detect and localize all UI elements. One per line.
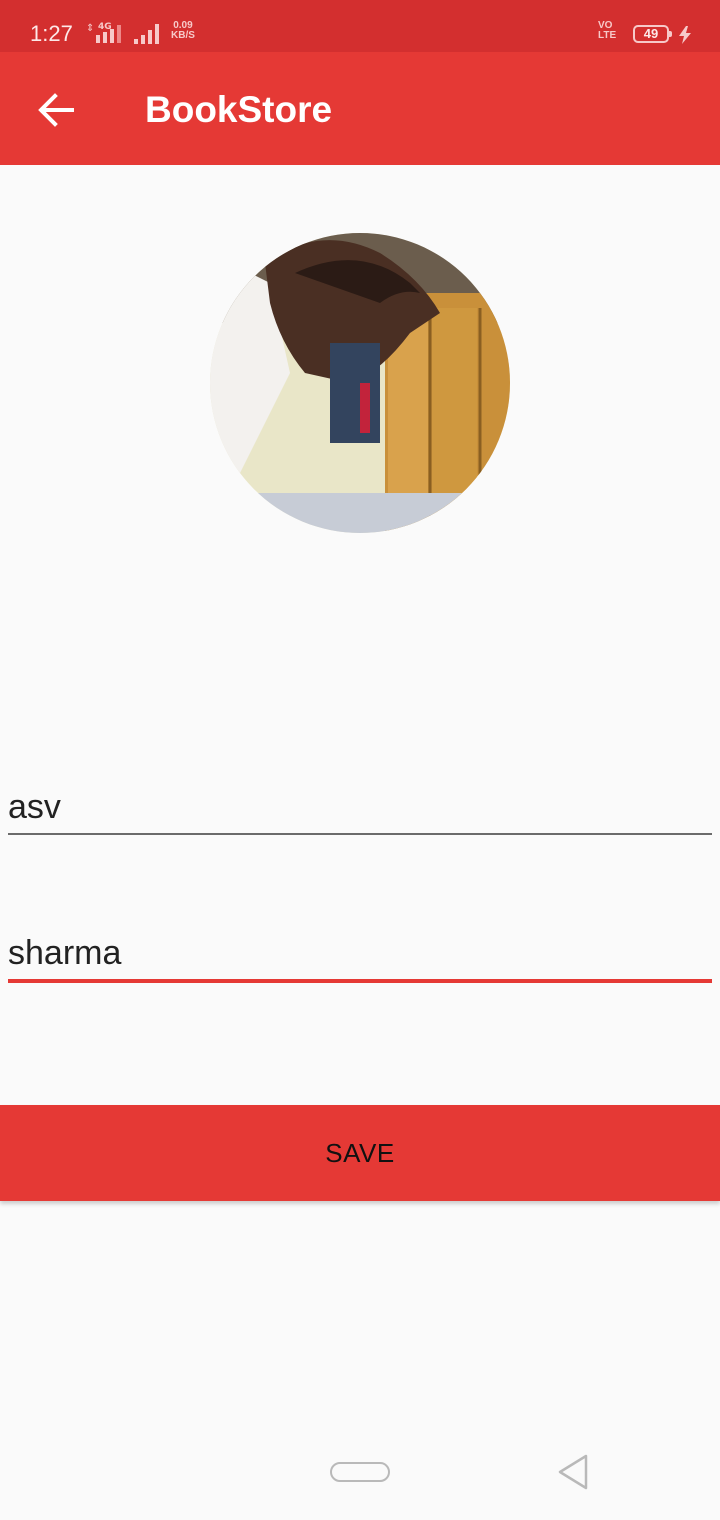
first-name-underline	[8, 833, 712, 835]
page-title: BookStore	[145, 89, 333, 130]
first-name-input[interactable]	[8, 788, 712, 833]
back-button[interactable]	[26, 80, 86, 140]
last-name-underline	[8, 979, 712, 983]
back-triangle-icon[interactable]	[556, 1454, 592, 1490]
network-speed: 0.09 KB/S	[171, 20, 195, 41]
battery-level: 49	[643, 26, 659, 41]
network-type: 4G	[98, 22, 112, 32]
signal-icon	[134, 24, 159, 44]
save-button[interactable]: SAVE	[0, 1105, 720, 1201]
first-name-field[interactable]	[8, 788, 712, 835]
app-bar: BookStore	[0, 52, 720, 165]
last-name-field[interactable]	[8, 934, 712, 983]
volte-icon: VO LTE	[598, 20, 617, 41]
status-time: 1:27	[30, 21, 73, 46]
battery-tip	[669, 31, 672, 37]
status-bar: 1:27 4G ⇕ 0.09 KB/S VO LTE 49	[0, 0, 720, 52]
arrow-left-icon	[38, 93, 74, 127]
signal-icon: 4G ⇕	[86, 22, 121, 43]
profile-photo[interactable]	[210, 233, 510, 533]
svg-text:⇕: ⇕	[86, 23, 94, 34]
last-name-input[interactable]	[8, 934, 712, 979]
home-pill-icon[interactable]	[330, 1462, 390, 1482]
charging-icon	[679, 26, 691, 44]
avatar-image	[210, 233, 510, 533]
